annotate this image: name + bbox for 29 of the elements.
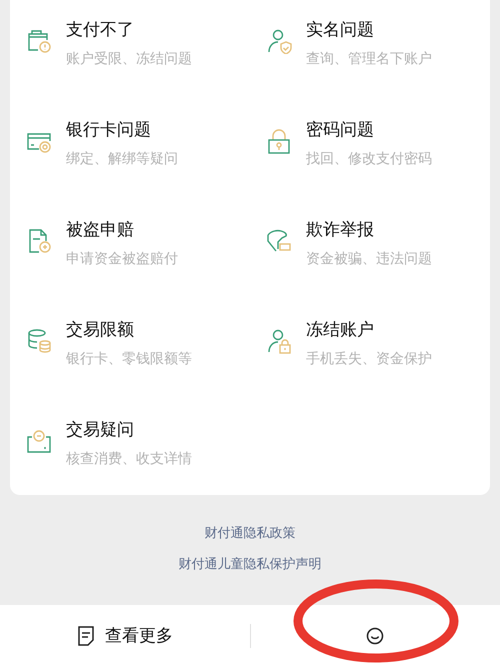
smiley-icon <box>366 626 384 644</box>
topic-title[interactable]: 银行卡问题 <box>66 118 178 142</box>
topic-subtitle: 核查消费、收支详情 <box>66 450 192 469</box>
coin-stack-icon <box>26 328 52 354</box>
topic-title[interactable]: 欺诈举报 <box>306 218 432 242</box>
topic-subtitle: 银行卡、零钱限额等 <box>66 350 192 369</box>
topic-subtitle: 资金被骗、违法问题 <box>306 250 432 269</box>
topic-title[interactable]: 支付不了 <box>66 18 192 42</box>
user-shield-icon <box>266 28 292 54</box>
footer-link[interactable]: 财付通儿童隐私保护声明 <box>178 554 322 575</box>
topic-subtitle: 找回、修改支付密码 <box>306 150 432 169</box>
topic-title[interactable]: 被盗申赔 <box>66 218 178 242</box>
topic-title[interactable]: 交易限额 <box>66 318 192 342</box>
user-lock-icon <box>266 328 292 354</box>
topic-title[interactable]: 交易疑问 <box>66 418 192 442</box>
topic-title[interactable]: 密码问题 <box>306 118 432 142</box>
wallet-icon <box>26 28 52 54</box>
topic-title[interactable]: 实名问题 <box>306 18 432 42</box>
topic-subtitle: 申请资金被盗赔付 <box>66 250 178 269</box>
topic-subtitle: 查询、管理名下账户 <box>306 50 432 69</box>
more-button[interactable]: 查看更多 <box>70 618 179 653</box>
footer-link[interactable]: 财付通隐私政策 <box>204 523 296 544</box>
topic-subtitle: 绑定、解绑等疑问 <box>66 150 178 169</box>
document-icon <box>76 626 95 646</box>
cash-box-icon <box>26 428 52 454</box>
topic-subtitle: 账户受限、冻结问题 <box>66 50 192 69</box>
topic-subtitle: 手机丢失、资金保护 <box>306 350 432 369</box>
topic-title[interactable]: 冻结账户 <box>306 318 432 342</box>
padlock-icon <box>266 128 292 154</box>
